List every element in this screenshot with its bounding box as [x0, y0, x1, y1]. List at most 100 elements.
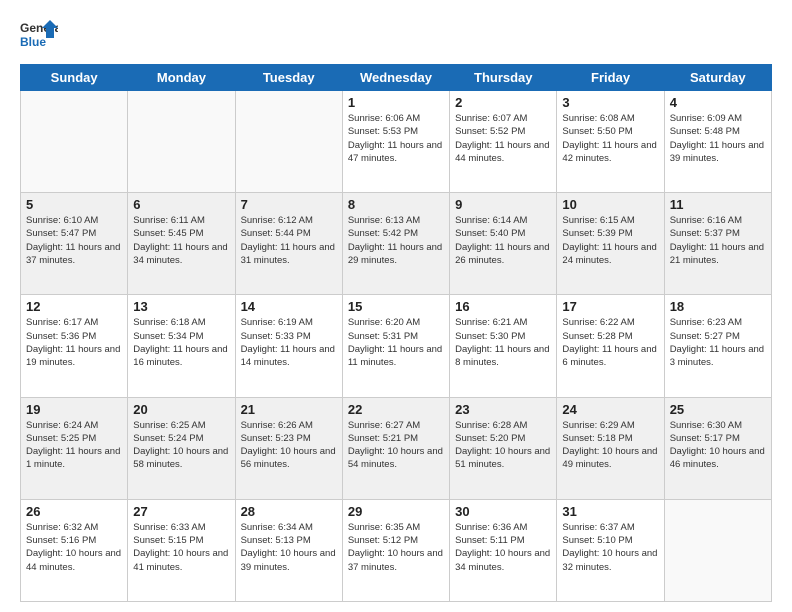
calendar-cell: 10 Sunrise: 6:15 AM Sunset: 5:39 PM Dayli…	[557, 193, 664, 295]
calendar-cell: 25 Sunrise: 6:30 AM Sunset: 5:17 PM Dayli…	[664, 397, 771, 499]
calendar-cell: 21Sunrise: 6:26 AM Sunset: 5:23 PM Dayli…	[235, 397, 342, 499]
day-info: Sunrise: 6:19 AM Sunset: 5:33 PM Dayligh…	[241, 316, 337, 369]
day-info: Sunrise: 6:29 AM Sunset: 5:18 PM Dayligh…	[562, 419, 658, 472]
calendar-cell: 19 Sunrise: 6:24 AM Sunset: 5:25 PM Dayli…	[21, 397, 128, 499]
weekday-header-tuesday: Tuesday	[235, 65, 342, 91]
day-number: 5	[26, 197, 122, 212]
day-number: 20	[133, 402, 229, 417]
day-info: Sunrise: 6:36 AM Sunset: 5:11 PM Dayligh…	[455, 521, 551, 574]
calendar-week-row: 12Sunrise: 6:17 AM Sunset: 5:36 PM Dayli…	[21, 295, 772, 397]
day-number: 14	[241, 299, 337, 314]
calendar-cell: 7 Sunrise: 6:12 AM Sunset: 5:44 PM Daylig…	[235, 193, 342, 295]
calendar-cell: 22 Sunrise: 6:27 AM Sunset: 5:21 PM Dayli…	[342, 397, 449, 499]
calendar-week-row: 19 Sunrise: 6:24 AM Sunset: 5:25 PM Dayli…	[21, 397, 772, 499]
weekday-header-thursday: Thursday	[450, 65, 557, 91]
calendar-cell	[664, 499, 771, 601]
calendar-cell	[21, 91, 128, 193]
day-info: Sunrise: 6:16 AM Sunset: 5:37 PM Dayligh…	[670, 214, 766, 267]
day-info: Sunrise: 6:11 AM Sunset: 5:45 PM Dayligh…	[133, 214, 229, 267]
calendar-table: SundayMondayTuesdayWednesdayThursdayFrid…	[20, 64, 772, 602]
day-number: 29	[348, 504, 444, 519]
day-number: 23	[455, 402, 551, 417]
weekday-header-wednesday: Wednesday	[342, 65, 449, 91]
day-number: 26	[26, 504, 122, 519]
day-number: 9	[455, 197, 551, 212]
day-number: 18	[670, 299, 766, 314]
calendar-cell: 6Sunrise: 6:11 AM Sunset: 5:45 PM Daylig…	[128, 193, 235, 295]
day-info: Sunrise: 6:06 AM Sunset: 5:53 PM Dayligh…	[348, 112, 444, 165]
day-info: Sunrise: 6:20 AM Sunset: 5:31 PM Dayligh…	[348, 316, 444, 369]
calendar-cell: 24 Sunrise: 6:29 AM Sunset: 5:18 PM Dayli…	[557, 397, 664, 499]
day-info: Sunrise: 6:10 AM Sunset: 5:47 PM Dayligh…	[26, 214, 122, 267]
day-info: Sunrise: 6:12 AM Sunset: 5:44 PM Dayligh…	[241, 214, 337, 267]
weekday-header-friday: Friday	[557, 65, 664, 91]
calendar-cell: 11Sunrise: 6:16 AM Sunset: 5:37 PM Dayli…	[664, 193, 771, 295]
weekday-header-sunday: Sunday	[21, 65, 128, 91]
day-number: 22	[348, 402, 444, 417]
day-number: 1	[348, 95, 444, 110]
day-info: Sunrise: 6:22 AM Sunset: 5:28 PM Dayligh…	[562, 316, 658, 369]
weekday-header-monday: Monday	[128, 65, 235, 91]
day-info: Sunrise: 6:09 AM Sunset: 5:48 PM Dayligh…	[670, 112, 766, 165]
calendar-cell: 30 Sunrise: 6:36 AM Sunset: 5:11 PM Dayli…	[450, 499, 557, 601]
day-info: Sunrise: 6:15 AM Sunset: 5:39 PM Dayligh…	[562, 214, 658, 267]
day-number: 28	[241, 504, 337, 519]
calendar-cell: 28 Sunrise: 6:34 AM Sunset: 5:13 PM Dayli…	[235, 499, 342, 601]
calendar-cell: 2 Sunrise: 6:07 AM Sunset: 5:52 PM Daylig…	[450, 91, 557, 193]
day-info: Sunrise: 6:30 AM Sunset: 5:17 PM Dayligh…	[670, 419, 766, 472]
day-info: Sunrise: 6:14 AM Sunset: 5:40 PM Dayligh…	[455, 214, 551, 267]
day-number: 17	[562, 299, 658, 314]
calendar-cell	[128, 91, 235, 193]
calendar-cell: 9 Sunrise: 6:14 AM Sunset: 5:40 PM Daylig…	[450, 193, 557, 295]
day-number: 24	[562, 402, 658, 417]
day-number: 30	[455, 504, 551, 519]
calendar-cell: 18 Sunrise: 6:23 AM Sunset: 5:27 PM Dayli…	[664, 295, 771, 397]
calendar-cell: 13 Sunrise: 6:18 AM Sunset: 5:34 PM Dayli…	[128, 295, 235, 397]
calendar-cell: 20 Sunrise: 6:25 AM Sunset: 5:24 PM Dayli…	[128, 397, 235, 499]
day-info: Sunrise: 6:21 AM Sunset: 5:30 PM Dayligh…	[455, 316, 551, 369]
day-info: Sunrise: 6:07 AM Sunset: 5:52 PM Dayligh…	[455, 112, 551, 165]
day-number: 10	[562, 197, 658, 212]
day-number: 19	[26, 402, 122, 417]
day-number: 7	[241, 197, 337, 212]
calendar-cell: 26Sunrise: 6:32 AM Sunset: 5:16 PM Dayli…	[21, 499, 128, 601]
day-number: 15	[348, 299, 444, 314]
day-number: 13	[133, 299, 229, 314]
calendar-cell: 15 Sunrise: 6:20 AM Sunset: 5:31 PM Dayli…	[342, 295, 449, 397]
day-number: 8	[348, 197, 444, 212]
day-info: Sunrise: 6:26 AM Sunset: 5:23 PM Dayligh…	[241, 419, 337, 472]
weekday-header-row: SundayMondayTuesdayWednesdayThursdayFrid…	[21, 65, 772, 91]
calendar-cell: 14 Sunrise: 6:19 AM Sunset: 5:33 PM Dayli…	[235, 295, 342, 397]
day-number: 25	[670, 402, 766, 417]
day-info: Sunrise: 6:34 AM Sunset: 5:13 PM Dayligh…	[241, 521, 337, 574]
calendar-cell: 27 Sunrise: 6:33 AM Sunset: 5:15 PM Dayli…	[128, 499, 235, 601]
day-info: Sunrise: 6:13 AM Sunset: 5:42 PM Dayligh…	[348, 214, 444, 267]
weekday-header-saturday: Saturday	[664, 65, 771, 91]
calendar-week-row: 5 Sunrise: 6:10 AM Sunset: 5:47 PM Daylig…	[21, 193, 772, 295]
calendar-cell: 12Sunrise: 6:17 AM Sunset: 5:36 PM Dayli…	[21, 295, 128, 397]
calendar-cell: 29 Sunrise: 6:35 AM Sunset: 5:12 PM Dayli…	[342, 499, 449, 601]
calendar-cell: 31Sunrise: 6:37 AM Sunset: 5:10 PM Dayli…	[557, 499, 664, 601]
calendar-cell	[235, 91, 342, 193]
calendar-cell: 23Sunrise: 6:28 AM Sunset: 5:20 PM Dayli…	[450, 397, 557, 499]
day-number: 27	[133, 504, 229, 519]
day-info: Sunrise: 6:17 AM Sunset: 5:36 PM Dayligh…	[26, 316, 122, 369]
day-number: 2	[455, 95, 551, 110]
page: General Blue SundayMondayTuesdayWednesda…	[0, 0, 792, 612]
calendar-cell: 3Sunrise: 6:08 AM Sunset: 5:50 PM Daylig…	[557, 91, 664, 193]
day-info: Sunrise: 6:35 AM Sunset: 5:12 PM Dayligh…	[348, 521, 444, 574]
day-info: Sunrise: 6:25 AM Sunset: 5:24 PM Dayligh…	[133, 419, 229, 472]
calendar-cell: 8 Sunrise: 6:13 AM Sunset: 5:42 PM Daylig…	[342, 193, 449, 295]
day-info: Sunrise: 6:23 AM Sunset: 5:27 PM Dayligh…	[670, 316, 766, 369]
day-number: 3	[562, 95, 658, 110]
calendar-week-row: 1 Sunrise: 6:06 AM Sunset: 5:53 PM Daylig…	[21, 91, 772, 193]
day-info: Sunrise: 6:37 AM Sunset: 5:10 PM Dayligh…	[562, 521, 658, 574]
day-info: Sunrise: 6:24 AM Sunset: 5:25 PM Dayligh…	[26, 419, 122, 472]
day-info: Sunrise: 6:18 AM Sunset: 5:34 PM Dayligh…	[133, 316, 229, 369]
header: General Blue	[20, 16, 772, 54]
calendar-cell: 16Sunrise: 6:21 AM Sunset: 5:30 PM Dayli…	[450, 295, 557, 397]
calendar-cell: 5 Sunrise: 6:10 AM Sunset: 5:47 PM Daylig…	[21, 193, 128, 295]
day-info: Sunrise: 6:33 AM Sunset: 5:15 PM Dayligh…	[133, 521, 229, 574]
day-info: Sunrise: 6:27 AM Sunset: 5:21 PM Dayligh…	[348, 419, 444, 472]
calendar-week-row: 26Sunrise: 6:32 AM Sunset: 5:16 PM Dayli…	[21, 499, 772, 601]
